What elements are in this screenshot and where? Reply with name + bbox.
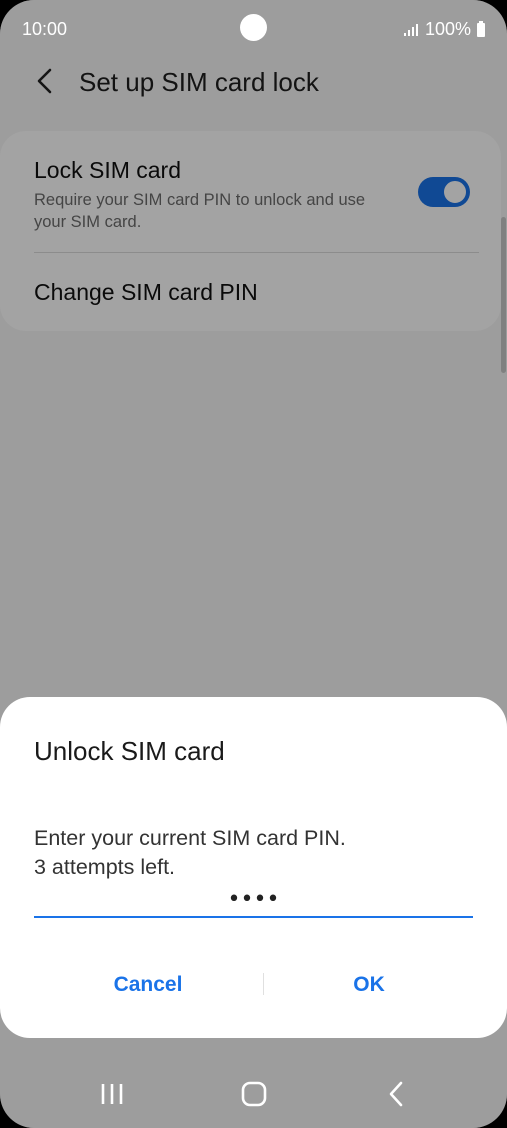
dialog-message: Enter your current SIM card PIN. 3 attem… <box>34 824 346 882</box>
battery-percent: 100% <box>424 19 471 39</box>
recents-icon[interactable] <box>90 1072 134 1116</box>
camera-cutout <box>240 14 267 41</box>
battery-icon <box>477 20 485 37</box>
navigation-bar <box>0 1058 507 1128</box>
ok-button[interactable]: OK <box>265 962 473 1008</box>
status-bar: 10:00 100% <box>0 0 507 60</box>
home-icon[interactable] <box>232 1072 276 1116</box>
status-time: 10:00 <box>22 19 68 39</box>
pin-input[interactable] <box>34 882 473 918</box>
unlock-sim-dialog: Unlock SIM card Enter your current SIM c… <box>0 697 507 1038</box>
phone-screen: Set up SIM card lock Lock SIM card Requi… <box>0 0 507 1128</box>
status-icons: 100% <box>403 19 485 40</box>
cancel-button[interactable]: Cancel <box>34 962 262 1008</box>
button-separator <box>263 973 264 995</box>
dialog-message-line1: Enter your current SIM card PIN. <box>34 826 346 850</box>
signal-icon <box>403 23 418 36</box>
dialog-message-line2: 3 attempts left. <box>34 855 176 879</box>
back-icon[interactable] <box>374 1072 418 1116</box>
dialog-title: Unlock SIM card <box>34 736 225 766</box>
